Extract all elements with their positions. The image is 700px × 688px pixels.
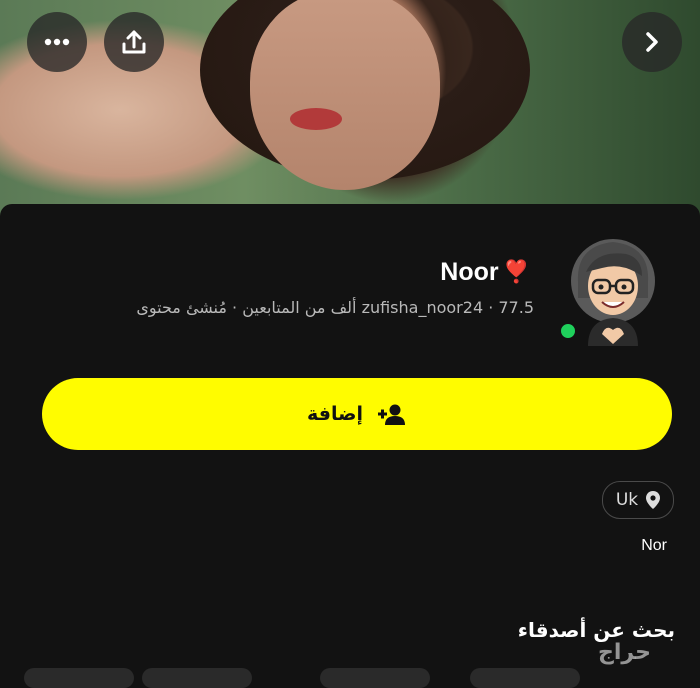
online-status-dot [559,322,577,340]
share-upload-icon [122,30,146,54]
add-friend-icon [378,404,405,425]
chevron-right-icon [646,32,658,52]
friend-card-peek[interactable] [320,668,430,688]
friend-card-peek[interactable] [24,668,134,688]
profile-name-row: Noor ❣️ [440,258,530,287]
next-button[interactable] [622,12,682,72]
add-friend-label: إضافة [307,403,363,425]
bitmoji-avatar-icon [571,239,655,346]
more-options-button[interactable] [27,12,87,72]
friend-card-peek[interactable] [470,668,580,688]
profile-avatar[interactable] [566,236,660,346]
location-label: Uk [615,490,639,510]
profile-display-name: Noor [440,258,499,286]
profile-meta-line: zufisha_noor24 · 77.5 ألف من المتابعين ·… [136,298,534,317]
profile-bio: Nor [641,537,667,554]
more-horizontal-icon [44,38,70,46]
location-pin-icon [646,491,661,509]
share-button[interactable] [104,12,164,72]
watermark-logo: حراج [598,640,651,665]
add-friend-button[interactable]: إضافة [42,378,672,450]
location-badge[interactable]: Uk [602,481,674,519]
friend-card-peek[interactable] [142,668,252,688]
find-friends-title: بحث عن أصدقاء [517,618,675,642]
hero-lips [290,108,342,130]
heart-emoji-icon: ❣️ [502,259,530,285]
